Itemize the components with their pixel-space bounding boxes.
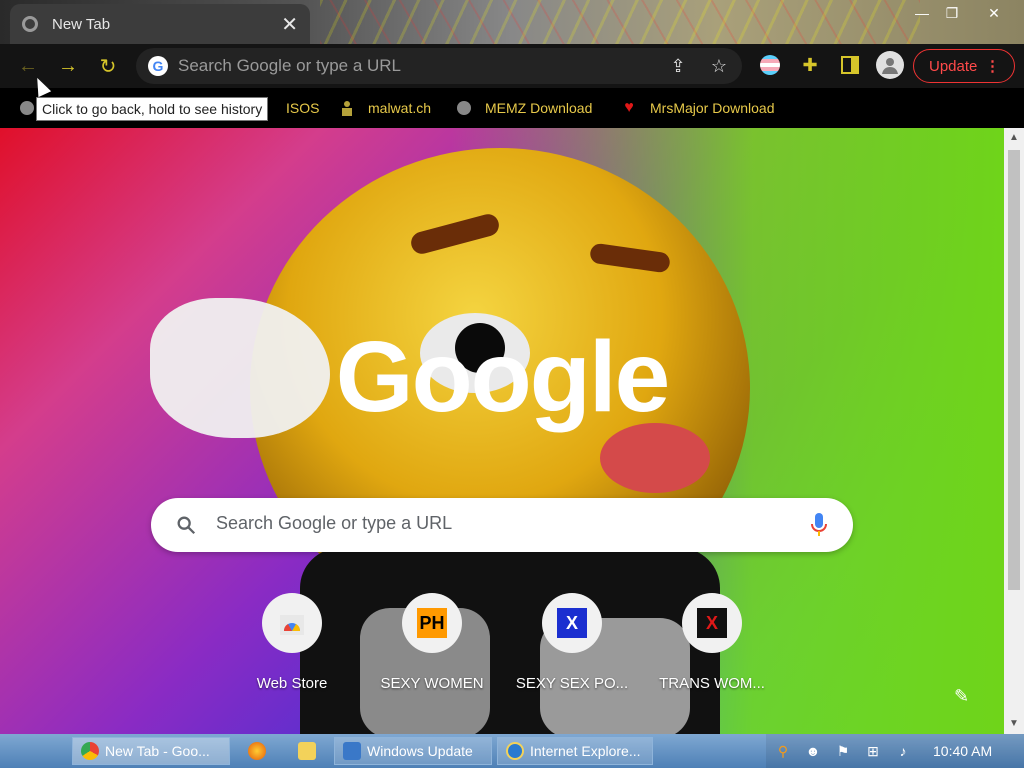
tab-new-tab[interactable]: New Tab ✕ xyxy=(10,4,310,44)
google-logo: Google xyxy=(335,321,670,433)
taskbar-internet-explorer[interactable]: Internet Explore... xyxy=(497,737,653,765)
scroll-down-icon[interactable]: ▼ xyxy=(1009,718,1019,729)
microphone-icon[interactable] xyxy=(809,512,829,538)
figure-icon xyxy=(338,99,356,117)
bookmark-label: MrsMajor Download xyxy=(650,100,775,116)
globe-icon xyxy=(455,99,473,117)
shortcut-label: SEXY WOMEN xyxy=(380,675,484,692)
taskbar-label: New Tab - Goo... xyxy=(105,743,210,759)
clock: 10:40 AM xyxy=(933,743,993,759)
chrome-icon xyxy=(81,742,99,760)
minimize-icon[interactable]: — xyxy=(908,2,936,24)
profile-avatar[interactable] xyxy=(876,51,904,79)
x-logo-blue-icon: X xyxy=(557,608,587,638)
scrollbar-thumb[interactable] xyxy=(1008,150,1020,590)
bookmark-label: malwat.ch xyxy=(368,100,432,116)
x-logo-red-icon: X xyxy=(697,608,727,638)
folder-icon xyxy=(298,742,316,760)
toolbar: ← → ↻ G Search Google or type a URL ⇪ ☆ … xyxy=(0,44,1024,88)
taskbar-windows-update[interactable]: Windows Update xyxy=(334,737,492,765)
volume-icon[interactable]: ♪ xyxy=(894,742,912,760)
menu-dots-icon[interactable]: ⋮ xyxy=(985,57,1000,75)
close-icon[interactable]: ✕ xyxy=(281,12,298,37)
emoji-brow xyxy=(588,242,672,274)
web-store-icon xyxy=(280,615,304,635)
emoji-brow xyxy=(408,211,502,257)
emoji-tray-icon[interactable]: ☻ xyxy=(804,742,822,760)
shortcut-sexy-women[interactable]: PH SEXY WOMEN xyxy=(362,593,502,692)
bookmark-isos[interactable]: ISOS xyxy=(286,98,319,118)
google-icon: G xyxy=(148,56,168,76)
shortcut-label: Web Store xyxy=(256,675,328,692)
globe-icon xyxy=(18,99,36,117)
trans-flag-icon[interactable] xyxy=(757,52,783,78)
ntp-search-placeholder: Search Google or type a URL xyxy=(216,513,453,533)
shortcut-trans-women[interactable]: X TRANS WOM... xyxy=(642,593,782,692)
network-icon[interactable]: ⊞ xyxy=(864,742,882,760)
window-close-icon[interactable]: ✕ xyxy=(980,2,1008,24)
firefox-icon xyxy=(248,742,266,760)
scroll-up-icon[interactable]: ▲ xyxy=(1009,132,1019,143)
new-tab-page: Google Search Google or type a URL Web S… xyxy=(0,128,1004,734)
shortcut-web-store[interactable]: Web Store xyxy=(222,593,362,692)
restore-icon[interactable]: ❐ xyxy=(938,2,966,24)
taskbar: New Tab - Goo... Windows Update Internet… xyxy=(0,734,1024,768)
bookmark-mrsmajor[interactable]: ♥ MrsMajor Download xyxy=(620,98,774,118)
ie-icon xyxy=(506,742,524,760)
ntp-search-box[interactable]: Search Google or type a URL xyxy=(151,498,853,552)
shortcut-circle xyxy=(262,593,322,653)
reload-button[interactable]: ↻ xyxy=(94,52,122,80)
side-panel-icon[interactable] xyxy=(837,52,863,78)
windows-update-icon xyxy=(343,742,361,760)
update-button[interactable]: Update ⋮ xyxy=(913,49,1015,83)
vertical-scrollbar[interactable]: ▲ ▼ xyxy=(1004,128,1024,734)
back-button[interactable]: ← xyxy=(14,52,42,80)
title-bar: New Tab ✕ — ❐ ✕ xyxy=(0,0,1024,44)
omnibox-placeholder: Search Google or type a URL xyxy=(178,56,402,75)
theme-graffiti xyxy=(320,0,920,44)
taskbar-label: Windows Update xyxy=(367,743,473,759)
taskbar-firefox[interactable] xyxy=(240,737,274,765)
taskbar-label: Internet Explore... xyxy=(530,743,641,759)
taskbar-explorer[interactable] xyxy=(290,737,324,765)
bookmark-label: ISOS xyxy=(286,100,320,116)
bookmark-malwatch[interactable]: malwat.ch xyxy=(338,98,431,118)
flag-error-icon[interactable]: ⚑ xyxy=(834,742,852,760)
shortcut-label: SEXY SEX PO... xyxy=(515,675,629,692)
omnibox[interactable]: G Search Google or type a URL ⇪ ☆ xyxy=(136,48,742,84)
taskbar-chrome[interactable]: New Tab - Goo... xyxy=(72,737,230,765)
bookmark-memz[interactable]: MEMZ Download xyxy=(455,98,592,118)
extensions-icon[interactable]: ✚ xyxy=(797,52,823,78)
tab-title: New Tab xyxy=(52,15,111,33)
heart-icon: ♥ xyxy=(624,99,634,116)
customize-pencil-icon[interactable]: ✎ xyxy=(954,686,969,707)
shortcut-circle: PH xyxy=(402,593,462,653)
shortcut-circle: X xyxy=(682,593,742,653)
share-icon[interactable]: ⇪ xyxy=(666,54,690,78)
shortcut-label: TRANS WOM... xyxy=(659,675,765,692)
star-icon[interactable]: ☆ xyxy=(707,54,731,78)
update-label: Update xyxy=(929,57,978,75)
forward-button[interactable]: → xyxy=(54,52,82,80)
chrome-icon xyxy=(22,16,38,32)
shortcut-sexy-sex[interactable]: X SEXY SEX PO... xyxy=(502,593,642,692)
bookmark-label: MEMZ Download xyxy=(485,100,593,116)
ph-logo-icon: PH xyxy=(417,608,447,638)
back-tooltip: Click to go back, hold to see history xyxy=(36,97,269,121)
search-tray-icon[interactable]: ⚲ xyxy=(774,742,792,760)
shortcut-circle: X xyxy=(542,593,602,653)
search-icon xyxy=(177,516,196,535)
